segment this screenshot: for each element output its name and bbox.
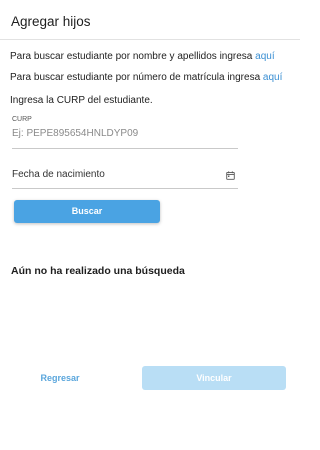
link-button[interactable]: Vincular xyxy=(142,366,286,390)
search-by-name-link[interactable]: aquí xyxy=(255,51,274,62)
search-by-name-text: Para buscar estudiante por nombre y apel… xyxy=(10,51,275,63)
page-title: Agregar hijos xyxy=(11,14,91,29)
curp-label: CURP xyxy=(12,116,32,123)
search-by-enrollment-link[interactable]: aquí xyxy=(263,72,282,83)
curp-input[interactable] xyxy=(12,128,232,140)
birthdate-label: Fecha de nacimiento xyxy=(12,169,105,180)
app-header: Agregar hijos xyxy=(0,0,300,40)
search-by-name-label: Para buscar estudiante por nombre y apel… xyxy=(10,51,256,62)
back-button[interactable]: Regresar xyxy=(14,367,106,389)
birthdate-field[interactable]: Fecha de nacimiento xyxy=(12,161,238,189)
search-button[interactable]: Buscar xyxy=(14,200,160,223)
search-by-enrollment-text: Para buscar estudiante por número de mat… xyxy=(10,72,282,84)
calendar-icon[interactable] xyxy=(226,171,235,180)
curp-instructions: Ingresa la CURP del estudiante. xyxy=(10,95,153,106)
empty-results-message: Aún no ha realizado una búsqueda xyxy=(11,265,185,277)
search-by-enrollment-label: Para buscar estudiante por número de mat… xyxy=(10,72,263,83)
curp-field: CURP xyxy=(12,113,238,149)
